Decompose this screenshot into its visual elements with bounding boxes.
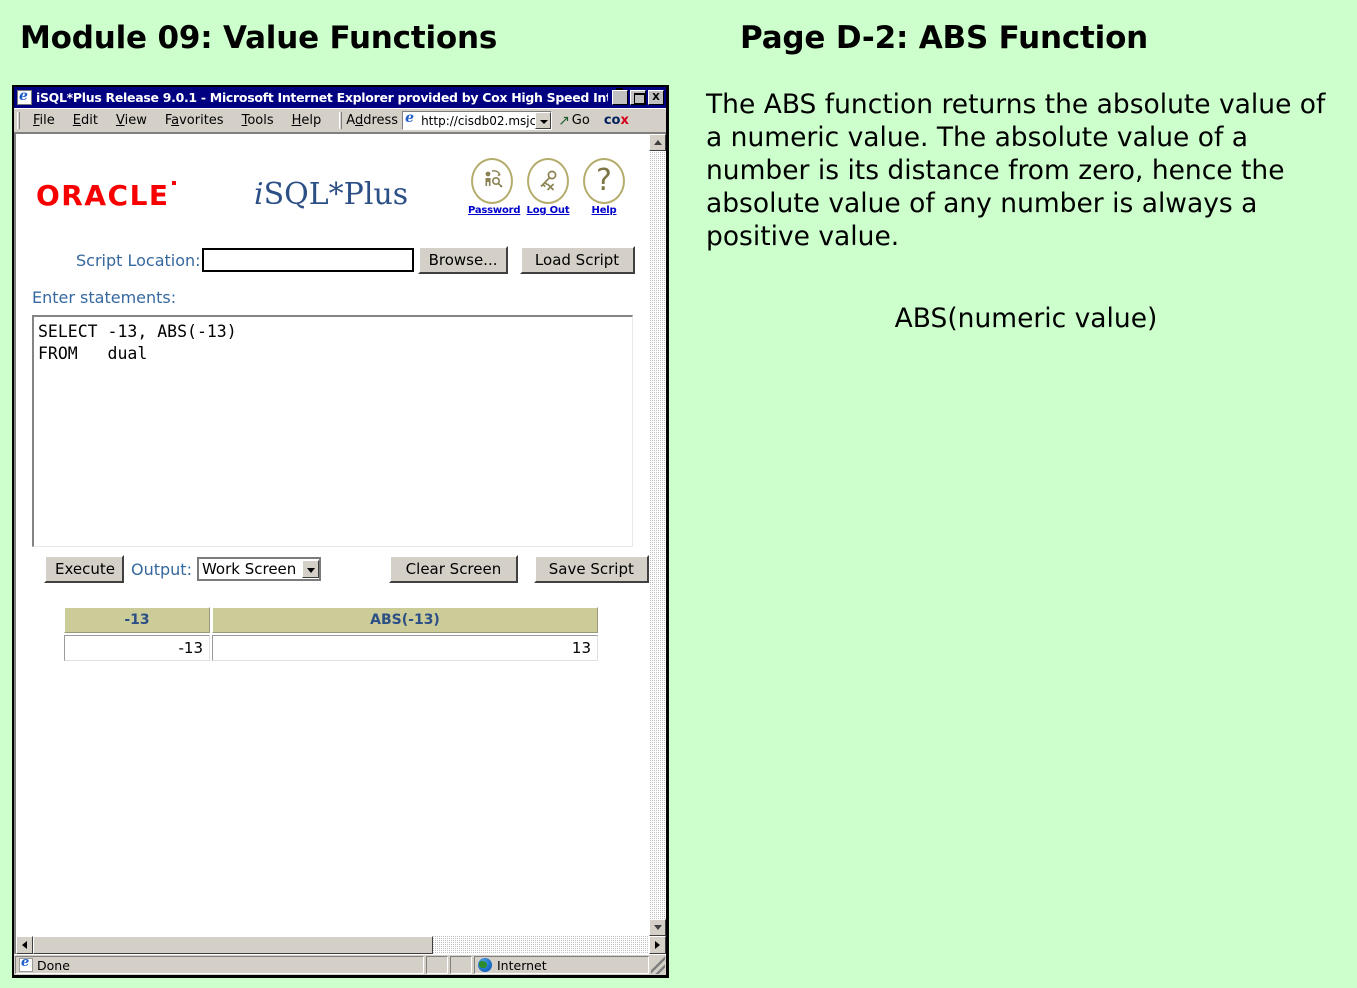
page-title-left: Module 09: Value Functions <box>20 20 498 56</box>
output-label: Output: <box>131 559 192 579</box>
isqlplus-header: ORACLE iSQL*Plus Password Log Out ? Help <box>16 134 649 234</box>
column-header-abs: ABS(-13) <box>212 607 598 633</box>
maximize-button[interactable] <box>630 90 646 105</box>
status-zone-label: Internet <box>497 957 547 973</box>
clear-screen-button[interactable]: Clear Screen <box>389 555 518 583</box>
window-controls: X <box>612 88 664 105</box>
question-mark-icon: ? <box>583 158 625 204</box>
scroll-up-button[interactable] <box>649 134 666 151</box>
horizontal-scroll-thumb[interactable] <box>33 936 433 954</box>
cell-abs-value: 13 <box>212 635 598 661</box>
script-location-row: Script Location: Browse... Load Script <box>76 246 649 274</box>
output-select[interactable]: Work Screen <box>196 557 322 581</box>
syntax-signature: ABS(numeric value) <box>894 303 1158 334</box>
sql-statement-text: SELECT -13, ABS(-13) FROM dual <box>38 322 237 363</box>
close-button[interactable]: X <box>648 90 664 105</box>
minimize-button[interactable] <box>612 88 628 105</box>
status-message: Done <box>37 957 70 973</box>
enter-statements-label: Enter statements: <box>32 288 177 307</box>
explanation-paragraph: The ABS function returns the absolute va… <box>706 89 1326 252</box>
internet-zone-globe-icon <box>478 958 492 972</box>
sql-statement-textarea[interactable]: SELECT -13, ABS(-13) FROM dual <box>32 315 633 547</box>
browser-viewport: ORACLE iSQL*Plus Password Log Out ? Help… <box>14 133 666 936</box>
menu-items: File Edit View Favorites Tools Help <box>24 111 330 130</box>
execute-button[interactable]: Execute <box>44 555 124 583</box>
address-dropdown-icon[interactable] <box>535 112 552 129</box>
chevron-down-icon[interactable] <box>302 560 320 578</box>
browser-menubar: File Edit View Favorites Tools Help Addr… <box>14 108 666 133</box>
output-select-value: Work Screen <box>201 560 297 578</box>
password-link-label: Password <box>468 205 521 216</box>
menu-item-favorites[interactable]: Favorites <box>156 111 233 130</box>
browser-titlebar: iSQL*Plus Release 9.0.1 - Microsoft Inte… <box>14 87 666 108</box>
cell-expr-value: -13 <box>64 635 210 661</box>
scroll-down-button[interactable] <box>649 919 666 936</box>
oracle-logo: ORACLE <box>36 179 176 212</box>
password-link[interactable]: Password <box>468 158 521 216</box>
script-location-label: Script Location: <box>76 250 201 270</box>
addressbar-grip[interactable] <box>339 112 343 129</box>
load-script-button[interactable]: Load Script <box>519 246 635 274</box>
result-table: -13 ABS(-13) -13 13 <box>62 605 600 663</box>
password-key-icon <box>471 158 513 204</box>
header-links: Password Log Out ? Help <box>468 158 628 216</box>
column-header-expr: -13 <box>64 607 210 633</box>
script-location-input[interactable] <box>201 248 414 272</box>
address-value: http://cisdb02.msjc.e <box>421 113 536 128</box>
internet-explorer-icon <box>17 90 32 105</box>
address-bar: Address http://cisdb02.msjc.e ↗ Go cox <box>336 111 666 130</box>
menu-item-tools[interactable]: Tools <box>233 111 283 130</box>
logout-link[interactable]: Log Out <box>524 158 572 216</box>
table-header-row: -13 ABS(-13) <box>64 607 598 633</box>
scroll-right-button[interactable] <box>649 936 666 954</box>
go-arrow-icon: ↗ <box>558 112 570 129</box>
help-link[interactable]: ? Help <box>580 158 628 216</box>
page-title-right: Page D-2: ABS Function <box>740 20 1149 56</box>
vertical-scroll-track[interactable] <box>649 151 666 919</box>
go-label: Go <box>571 113 590 128</box>
browser-statusbar: Done Internet <box>14 954 666 975</box>
horizontal-scrollbar[interactable] <box>14 936 666 954</box>
menu-item-edit[interactable]: Edit <box>64 111 107 130</box>
menu-item-help[interactable]: Help <box>283 111 331 130</box>
table-row: -13 13 <box>64 635 598 661</box>
browse-button[interactable]: Browse... <box>417 246 508 274</box>
isqlplus-page: ORACLE iSQL*Plus Password Log Out ? Help… <box>16 134 649 936</box>
status-pane-2 <box>450 956 472 974</box>
address-label: Address <box>346 113 399 128</box>
resize-grip-icon[interactable] <box>651 956 665 974</box>
result-grid: -13 ABS(-13) -13 13 <box>62 605 649 663</box>
status-message-pane: Done <box>15 956 424 974</box>
logout-key-icon <box>527 158 569 204</box>
page-favicon-icon <box>404 113 419 128</box>
action-buttons-row: Execute Output: Work Screen Clear Screen… <box>44 555 649 583</box>
logout-link-label: Log Out <box>526 205 570 216</box>
browser-window: iSQL*Plus Release 9.0.1 - Microsoft Inte… <box>12 85 669 978</box>
menu-item-file[interactable]: File <box>24 111 64 130</box>
scroll-left-button[interactable] <box>16 936 33 954</box>
isqlplus-wordmark: iSQL*Plus <box>254 177 409 212</box>
slide-root: Module 09: Value Functions Page D-2: ABS… <box>0 0 1357 988</box>
status-pane-1 <box>426 956 448 974</box>
browser-title-text: iSQL*Plus Release 9.0.1 - Microsoft Inte… <box>36 90 608 105</box>
cox-brand-logo: cox <box>603 113 629 128</box>
address-input[interactable]: http://cisdb02.msjc.e <box>402 111 553 130</box>
horizontal-scroll-track[interactable] <box>433 936 649 954</box>
go-button[interactable]: ↗ Go <box>558 113 590 129</box>
status-ie-icon <box>19 958 33 972</box>
menubar-grip[interactable] <box>17 112 20 129</box>
vertical-scrollbar[interactable] <box>649 134 666 936</box>
status-zone-pane: Internet <box>474 956 649 974</box>
save-script-button[interactable]: Save Script <box>533 555 649 583</box>
help-link-label: Help <box>591 205 617 216</box>
menu-item-view[interactable]: View <box>107 111 156 130</box>
